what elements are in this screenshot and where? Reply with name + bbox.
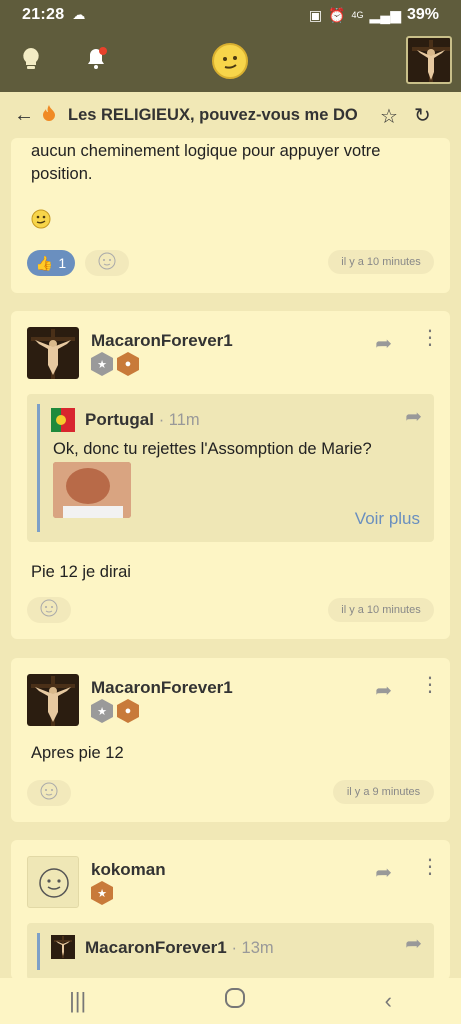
share-icon[interactable]: ➦ [405, 931, 422, 956]
user-avatar[interactable] [406, 36, 452, 84]
thumbs-up-icon: 👍 [35, 254, 54, 271]
lightbulb-icon[interactable] [20, 46, 42, 77]
more-options-icon[interactable]: ⋮ [420, 675, 440, 695]
quote-author-name: Portugal [85, 410, 154, 429]
cloud-icon: ☁ [72, 7, 86, 22]
author-name[interactable]: MacaronForever1 [91, 331, 233, 351]
avatar-badge-icon: ● [117, 352, 139, 376]
star-icon[interactable]: ☆ [380, 104, 398, 129]
quote-author: MacaronForever1 · 13m [85, 938, 274, 958]
quote-author-avatar [51, 935, 75, 959]
home-icon[interactable] [224, 987, 246, 1015]
share-icon[interactable]: ➦ [405, 404, 422, 429]
signal-icon: ▂▄▆ [369, 6, 401, 23]
lock-icon: ▣ [308, 6, 323, 23]
quote-bar [37, 404, 40, 532]
system-nav-bar: ||| ‹ [0, 978, 461, 1024]
face-outline-icon [40, 782, 58, 805]
thread-title-bar: ← Les RELIGIEUX, pouvez-vous me DON ☆ ↻ [0, 92, 461, 138]
portugal-flag-icon [51, 408, 75, 437]
battery-level: 39% [406, 6, 439, 23]
post-timestamp: il y a 9 minutes [333, 780, 434, 804]
back-icon[interactable]: ‹ [385, 988, 392, 1014]
bell-icon[interactable] [84, 46, 110, 77]
smiley-icon[interactable] [212, 43, 248, 79]
share-icon[interactable]: ➦ [375, 331, 392, 356]
quote-time: · 11m [158, 411, 200, 429]
post-card: MacaronForever1 ★ ● ➦ ⋮ Apres pie 12 il … [11, 658, 450, 822]
thread-title: Les RELIGIEUX, pouvez-vous me DON [68, 105, 358, 124]
react-button[interactable] [27, 597, 71, 623]
author-avatar[interactable] [27, 674, 79, 726]
author-name[interactable]: MacaronForever1 [91, 678, 233, 698]
quote-author-name: MacaronForever1 [85, 938, 227, 957]
smiley-emoji-icon [31, 209, 51, 234]
post-body: aucun cheminement logique pour appuyer v… [31, 140, 380, 186]
post-body-line: aucun cheminement logique pour appuyer v… [31, 142, 381, 160]
recent-apps-icon[interactable]: ||| [69, 988, 86, 1014]
star-badge-icon: ★ [91, 699, 113, 723]
post-body: Apres pie 12 [31, 744, 124, 762]
share-icon[interactable]: ➦ [375, 678, 392, 703]
back-arrow-icon[interactable]: ← [14, 104, 42, 127]
quote-bar [37, 933, 40, 970]
post-body-line: position. [31, 165, 93, 183]
post-timestamp: il y a 10 minutes [328, 598, 434, 622]
star-badge-icon: ★ [91, 352, 113, 376]
quote-text: Ok, donc tu rejettes l'Assomption de Mar… [53, 440, 372, 458]
star-badge-icon: ★ [91, 881, 113, 905]
status-bar: 21:28 ☁ ▣ ⏰ 4G ▂▄▆ 39% [0, 0, 461, 30]
like-button[interactable]: 👍 1 [27, 250, 75, 276]
more-options-icon[interactable]: ⋮ [420, 328, 440, 348]
post-card: kokoman ★ ➦ ⋮ MacaronForever1 · 13m ➦ [11, 840, 450, 980]
status-icons: ▣ ⏰ 4G ▂▄▆ 39% [309, 6, 439, 24]
share-icon[interactable]: ➦ [375, 860, 392, 885]
react-button[interactable] [27, 780, 71, 806]
face-outline-icon [98, 252, 116, 275]
post-card: aucun cheminement logique pour appuyer v… [11, 138, 450, 293]
alarm-icon: ⏰ [328, 6, 346, 23]
react-button[interactable] [85, 250, 129, 276]
avatar-badge-icon: ● [117, 699, 139, 723]
status-time: 21:28 [22, 6, 65, 23]
more-options-icon[interactable]: ⋮ [420, 857, 440, 877]
network-label: 4G [351, 10, 364, 20]
quoted-post[interactable]: MacaronForever1 · 13m ➦ [27, 923, 434, 980]
refresh-icon[interactable]: ↻ [414, 103, 431, 128]
app-header [0, 30, 461, 92]
post-timestamp: il y a 10 minutes [328, 250, 434, 274]
quote-author: Portugal · 11m [85, 410, 200, 430]
quote-time: · 13m [231, 939, 274, 957]
quoted-post[interactable]: Portugal · 11m ➦ Ok, donc tu rejettes l'… [27, 394, 434, 542]
post-card: MacaronForever1 ★ ● ➦ ⋮ Portugal · 11m ➦… [11, 311, 450, 639]
post-body: Pie 12 je dirai [31, 563, 131, 581]
author-name[interactable]: kokoman [91, 860, 166, 880]
flame-icon [42, 104, 58, 127]
author-avatar[interactable] [27, 856, 79, 908]
like-count: 1 [58, 255, 67, 271]
face-outline-icon [40, 599, 58, 622]
author-avatar[interactable] [27, 327, 79, 379]
quote-image[interactable] [53, 462, 131, 518]
see-more-link[interactable]: Voir plus [355, 509, 420, 529]
